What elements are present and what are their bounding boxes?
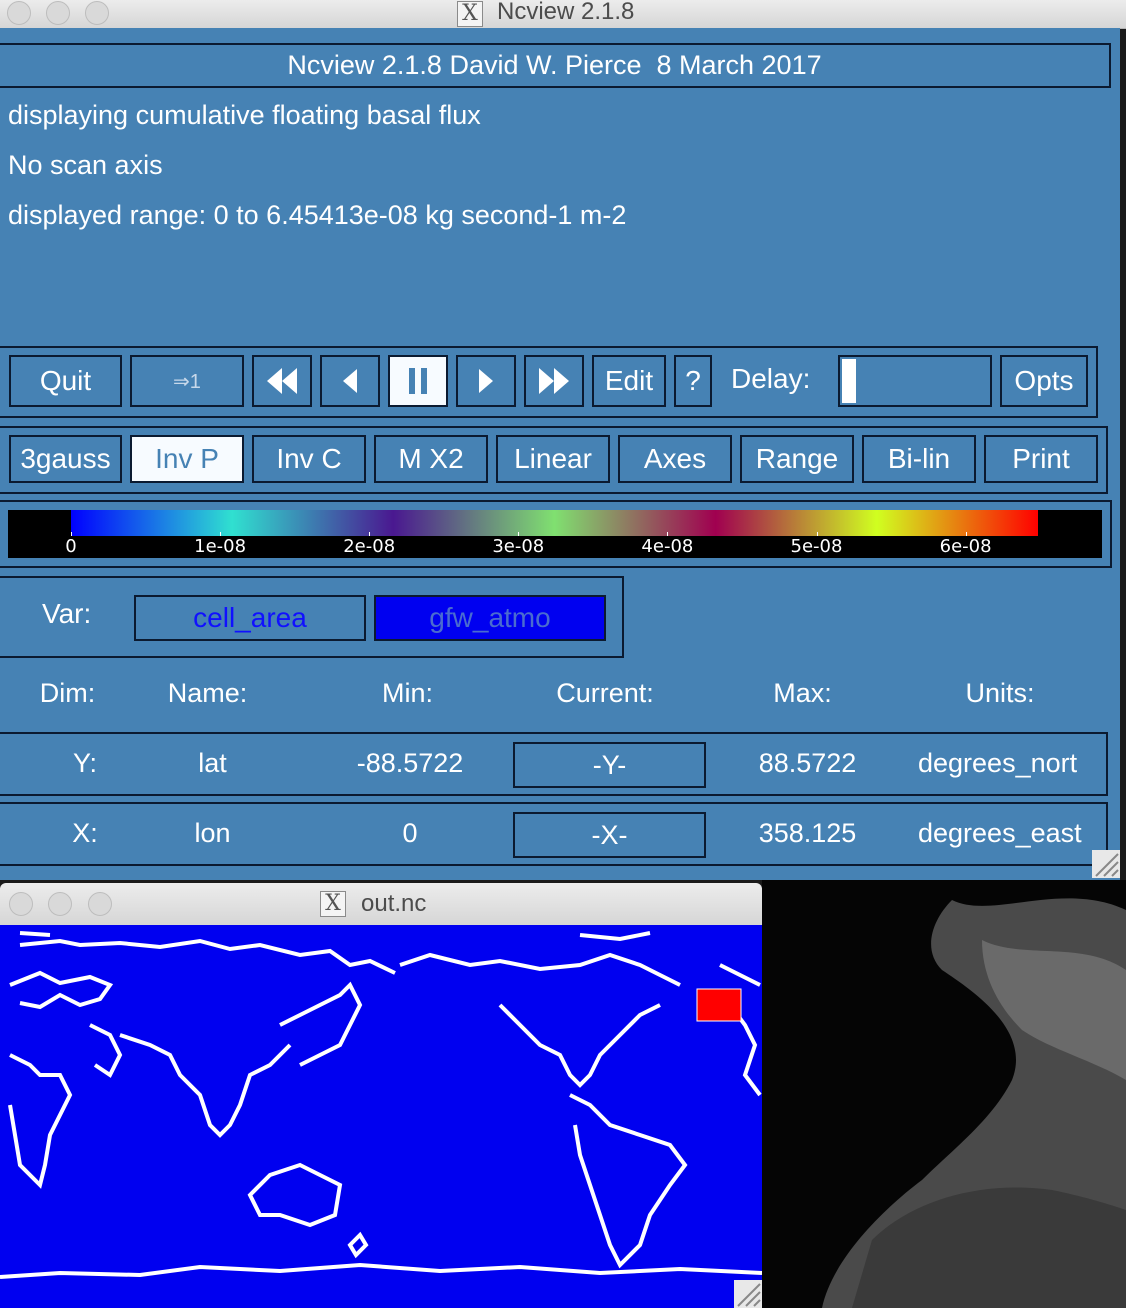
highlight-cell [696, 988, 742, 1022]
pause-icon [409, 368, 427, 394]
x11-icon: X [457, 1, 483, 27]
info-range: displayed range: 0 to 6.45413e-08 kg sec… [8, 200, 627, 230]
option-inv-c-button[interactable]: Inv C [252, 435, 366, 483]
zoom-window-button[interactable] [85, 1, 109, 25]
opts-button[interactable]: Opts [1000, 355, 1088, 407]
var-cell-area-button[interactable]: cell_area [134, 595, 366, 641]
pause-button[interactable] [388, 355, 448, 407]
info-scan-axis: No scan axis [8, 150, 163, 180]
dim-y-current-button[interactable]: -Y- [513, 742, 706, 788]
colorbar-tick-label: 0 [65, 536, 77, 557]
option-linear-button[interactable]: Linear [496, 435, 610, 483]
var-label: Var: [42, 598, 92, 629]
minimize-window-button[interactable] [46, 1, 70, 25]
delay-slider-thumb[interactable] [842, 359, 856, 403]
frame-step-button[interactable]: ⇒1 [130, 355, 244, 407]
colorbar-tick-label: 5e-08 [790, 536, 843, 557]
dim-row-x: X: lon 0 -X- 358.125 degrees_east [0, 802, 1108, 866]
dim-header: Dim: [39, 678, 96, 708]
map-minimize-button[interactable] [48, 892, 72, 916]
colorbar: 0 1e-08 2e-08 3e-08 4e-08 5e-08 6e-08 [8, 510, 1102, 558]
resize-grip-icon[interactable] [1092, 850, 1120, 878]
fast-forward-button[interactable] [524, 355, 584, 407]
colorbar-tick-label: 1e-08 [194, 536, 247, 557]
units-header: Units: [965, 678, 1035, 708]
ncview-main-window: Ncview 2.1.8 David W. Pierce 8 March 201… [0, 28, 1120, 880]
fast-backward-icon [267, 368, 297, 394]
delay-label: Delay: [731, 363, 811, 394]
name-header: Name: [167, 678, 248, 708]
main-window-titlebar: X Ncview 2.1.8 [0, 0, 1126, 29]
close-window-button[interactable] [7, 1, 31, 25]
option-axes-button[interactable]: Axes [618, 435, 732, 483]
var-selector-panel: Var: cell_area gfw_atmo [0, 576, 624, 658]
option-bilin-button[interactable]: Bi-lin [862, 435, 976, 483]
version-banner-text: Ncview 2.1.8 David W. Pierce 8 March 201… [287, 50, 822, 80]
fast-forward-icon [539, 368, 569, 394]
edit-button[interactable]: Edit [592, 355, 666, 407]
option-print-button[interactable]: Print [984, 435, 1098, 483]
dim-row-y: Y: lat -88.5722 -Y- 88.5722 degrees_nort [0, 732, 1108, 796]
help-button[interactable]: ? [674, 355, 712, 407]
dim-x-label: X: [72, 818, 98, 848]
fast-backward-button[interactable] [252, 355, 312, 407]
option-3gauss-button[interactable]: 3gauss [9, 435, 122, 483]
min-header: Min: [381, 678, 433, 708]
option-mx2-button[interactable]: M X2 [374, 435, 488, 483]
colorbar-tick-label: 3e-08 [492, 536, 545, 557]
dim-y-max: 88.5722 [758, 748, 857, 778]
world-map [0, 931, 762, 1279]
colorbar-tick-label: 2e-08 [343, 536, 396, 557]
dim-y-min: -88.5722 [356, 748, 464, 778]
dim-y-name: lat [198, 748, 227, 778]
dim-y-label: Y: [72, 748, 98, 778]
colorbar-tick-label: 4e-08 [641, 536, 694, 557]
x11-icon: X [320, 891, 346, 917]
dim-x-current-text: -X- [591, 819, 628, 850]
info-variable: displaying cumulative floating basal flu… [8, 100, 481, 130]
map-close-button[interactable] [9, 892, 33, 916]
quit-button[interactable]: Quit [9, 355, 122, 407]
colorbar-tick-label: 6e-08 [939, 536, 992, 557]
map-zoom-button[interactable] [88, 892, 112, 916]
delay-slider[interactable] [838, 355, 992, 407]
var-gfw-atmo-button[interactable]: gfw_atmo [374, 595, 606, 641]
control-bar: Quit ⇒1 Edit ? Delay: Opts [0, 346, 1098, 418]
step-backward-icon [343, 369, 357, 393]
window-title: Ncview 2.1.8 [497, 0, 635, 25]
dim-x-units: degrees_east [918, 818, 1082, 848]
dim-x-name: lon [194, 818, 231, 848]
dim-x-min: 0 [402, 818, 418, 848]
step-backward-button[interactable] [320, 355, 380, 407]
map-window-title: out.nc [361, 890, 427, 917]
current-header: Current: [556, 678, 654, 708]
map-window-titlebar: X out.nc [0, 883, 762, 926]
step-forward-icon [479, 369, 493, 393]
dim-y-current-text: -Y- [592, 749, 627, 780]
options-bar: 3gauss Inv P Inv C M X2 Linear Axes Rang… [0, 426, 1108, 494]
version-banner: Ncview 2.1.8 David W. Pierce 8 March 201… [0, 43, 1111, 88]
desktop-wallpaper [762, 880, 1126, 1308]
step-forward-button[interactable] [456, 355, 516, 407]
dim-x-current-button[interactable]: -X- [513, 812, 706, 858]
colorbar-ticks: 0 1e-08 2e-08 3e-08 4e-08 5e-08 6e-08 [8, 510, 1102, 558]
dim-x-max: 358.125 [758, 818, 857, 848]
colorbar-panel: 0 1e-08 2e-08 3e-08 4e-08 5e-08 6e-08 [0, 500, 1112, 568]
option-inv-p-button[interactable]: Inv P [130, 435, 244, 483]
max-header: Max: [773, 678, 832, 708]
map-canvas[interactable] [0, 925, 762, 1308]
option-range-button[interactable]: Range [740, 435, 854, 483]
map-resize-grip-icon[interactable] [734, 1280, 762, 1308]
dim-y-units: degrees_nort [918, 748, 1078, 778]
